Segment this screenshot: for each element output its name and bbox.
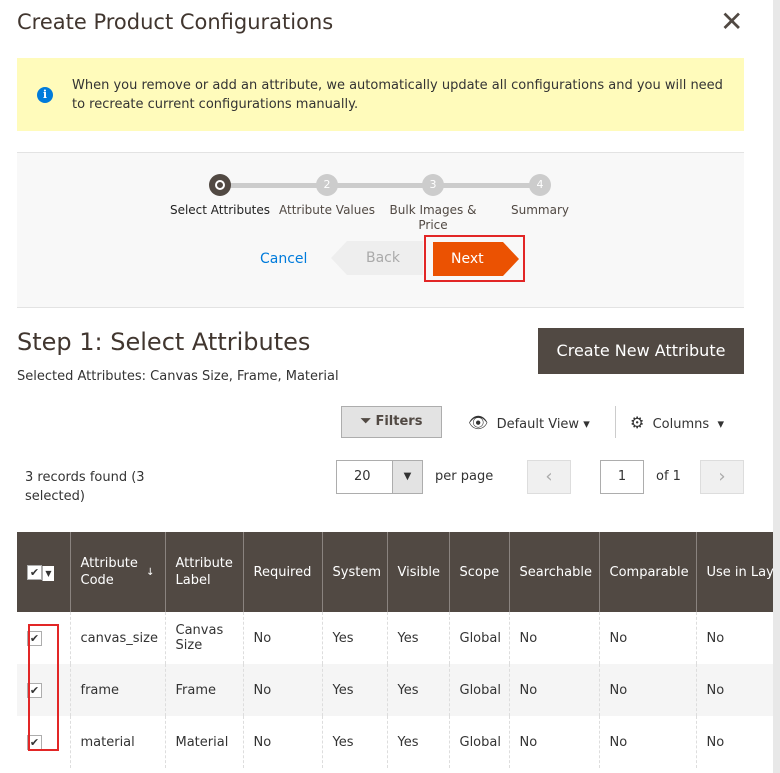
- next-highlight: Next: [424, 235, 525, 282]
- chevron-down-icon[interactable]: ▼: [42, 565, 54, 581]
- cell: No: [509, 664, 600, 716]
- cell: No: [599, 716, 697, 768]
- cell: Frame: [165, 664, 244, 716]
- cell: No: [599, 664, 697, 716]
- header-scope[interactable]: Scope: [449, 532, 510, 612]
- cell: Global: [449, 664, 510, 716]
- page-total: of 1: [656, 469, 681, 484]
- per-page-select[interactable]: 20 ▼: [336, 460, 423, 494]
- cell: Yes: [387, 612, 450, 664]
- per-page-label: per page: [435, 469, 494, 484]
- chevron-down-icon[interactable]: ▼: [392, 461, 422, 493]
- cell: Yes: [387, 664, 450, 716]
- view-label: Default View: [496, 417, 580, 432]
- cell: No: [509, 612, 600, 664]
- eye-icon: 👁: [468, 413, 489, 432]
- scrollbar[interactable]: [773, 0, 780, 773]
- header-comparable[interactable]: Comparable: [599, 532, 697, 612]
- filters-label: Filters: [375, 414, 423, 429]
- modal-title: Create Product Configurations: [17, 10, 334, 34]
- header-required[interactable]: Required: [243, 532, 323, 612]
- page-input[interactable]: 1: [600, 460, 644, 494]
- create-new-attribute-button[interactable]: Create New Attribute: [538, 328, 744, 374]
- chevron-down-icon: ▾: [717, 417, 724, 432]
- header-system[interactable]: System: [322, 532, 388, 612]
- cell: No: [599, 612, 697, 664]
- columns-label: Columns: [652, 417, 710, 432]
- mass-select[interactable]: ✔ ▼: [17, 532, 71, 612]
- wizard-steps: 2 3 4 Select Attributes Attribute Values…: [17, 152, 744, 308]
- cell: material: [70, 716, 166, 768]
- step-1-label[interactable]: Select Attributes: [165, 203, 275, 218]
- header-layered-navigation[interactable]: Use in Layered Navigation: [696, 532, 778, 612]
- cell: Yes: [322, 612, 388, 664]
- cell: No: [243, 716, 323, 768]
- step-4-label[interactable]: Summary: [485, 203, 595, 218]
- filter-icon: ⏷: [360, 414, 376, 429]
- cell: Canvas Size: [165, 612, 244, 664]
- step-2-dot[interactable]: 2: [316, 174, 338, 196]
- header-visible[interactable]: Visible: [387, 532, 450, 612]
- progress-track: [220, 183, 540, 188]
- sort-arrow-icon: ↓: [146, 567, 155, 578]
- cell: frame: [70, 664, 166, 716]
- cancel-button[interactable]: Cancel: [260, 251, 307, 267]
- cell: No: [696, 612, 778, 664]
- columns-dropdown[interactable]: ⚙ Columns ▾: [630, 413, 724, 432]
- back-button[interactable]: Back: [331, 241, 423, 275]
- step-4-dot[interactable]: 4: [529, 174, 551, 196]
- step-3-dot[interactable]: 3: [422, 174, 444, 196]
- table-row[interactable]: ✔ frame Frame No Yes Yes Global No No No: [17, 664, 778, 716]
- header-attribute-code[interactable]: Attribute Code ↓: [70, 532, 166, 612]
- step-2-label[interactable]: Attribute Values: [272, 203, 382, 218]
- header-searchable[interactable]: Searchable: [509, 532, 600, 612]
- step-1-dot[interactable]: [209, 174, 231, 196]
- cell: Material: [165, 716, 244, 768]
- per-page-value: 20: [354, 469, 371, 484]
- divider: [615, 406, 616, 438]
- cell: No: [243, 612, 323, 664]
- close-icon[interactable]: ✕: [720, 8, 743, 36]
- cell: Global: [449, 716, 510, 768]
- selected-attributes: Selected Attributes: Canvas Size, Frame,…: [17, 369, 339, 384]
- cell: Yes: [322, 716, 388, 768]
- cell: No: [696, 716, 778, 768]
- table-row[interactable]: ✔ canvas_size Canvas Size No Yes Yes Global No…: [17, 612, 778, 664]
- checkbox[interactable]: ✔: [27, 564, 42, 580]
- chevron-down-icon: ▾: [583, 417, 590, 432]
- gear-icon: ⚙: [630, 413, 645, 432]
- next-page-button[interactable]: ›: [700, 460, 744, 494]
- cell: No: [696, 664, 778, 716]
- checkbox-highlight: [28, 624, 59, 751]
- step-3-label[interactable]: Bulk Images & Price: [378, 203, 488, 233]
- cell: Yes: [387, 716, 450, 768]
- view-dropdown[interactable]: 👁 Default View ▾: [468, 413, 590, 432]
- notice-message: i When you remove or add an attribute, w…: [17, 58, 744, 131]
- filters-button[interactable]: ⏷ Filters: [341, 406, 442, 438]
- notice-text: When you remove or add an attribute, we …: [72, 78, 723, 112]
- cell: canvas_size: [70, 612, 166, 664]
- prev-page-button[interactable]: ‹: [527, 460, 571, 494]
- records-count: 3 records found (3 selected): [25, 470, 145, 504]
- info-icon: i: [37, 87, 53, 103]
- cell: No: [509, 716, 600, 768]
- attributes-grid: ✔ ▼ Attribute Code ↓ Attribute Label Requ…: [17, 532, 778, 768]
- cell: No: [243, 664, 323, 716]
- next-button[interactable]: Next: [433, 242, 519, 276]
- step-title: Step 1: Select Attributes: [17, 328, 311, 356]
- header-attribute-label[interactable]: Attribute Label: [165, 532, 244, 612]
- table-row[interactable]: ✔ material Material No Yes Yes Global No No No: [17, 716, 778, 768]
- cell: Yes: [322, 664, 388, 716]
- cell: Global: [449, 612, 510, 664]
